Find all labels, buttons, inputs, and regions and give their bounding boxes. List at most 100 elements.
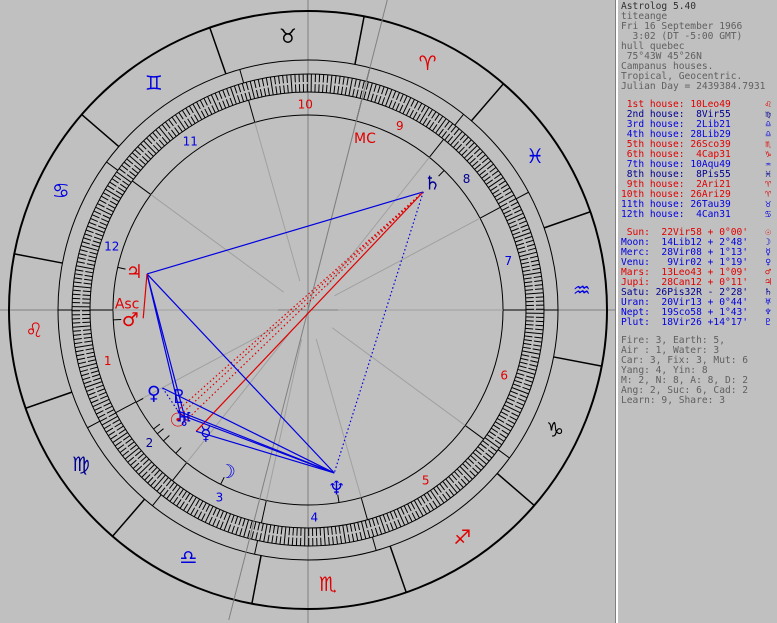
degree-tick [507,397,515,402]
degree-tick [482,455,490,462]
degree-tick [472,452,487,465]
degree-tick [155,129,162,137]
mercury-icon: ☿ [200,423,212,445]
degree-tick [91,244,100,248]
degree-tick [474,464,482,471]
degree-tick [135,465,143,472]
degree-tick [463,145,478,159]
degree-tick [216,519,221,528]
planet-marker [175,447,182,454]
degree-tick [116,171,132,183]
astrology-chart-wheel: ♈♉♊♋♌♍♎♏♐♑♒♓ 123456789101112 ☉☽☿♀♂♃♄♅♆♇ … [0,0,615,623]
house-number: 9 [396,119,404,133]
taurus-icon: ♉ [279,24,297,48]
degree-tick [422,117,428,126]
degree-tick [522,269,531,272]
degree-tick [73,338,82,340]
degree-tick [101,415,118,426]
degree-tick [292,527,294,536]
degree-tick [255,89,259,98]
degree-tick [413,101,419,109]
degree-tick [87,391,96,396]
degree-tick [114,422,122,428]
degree-tick [491,170,499,176]
degree-tick [504,404,521,414]
house-cusp [479,206,501,219]
degree-tick [185,492,191,501]
degree-tick [508,220,516,225]
degree-tick [381,86,385,95]
degree-tick [327,527,329,536]
degree-tick [135,450,142,457]
degree-tick [402,97,412,114]
house-cusp-list: 1st house: 10Leo49 ♌ 2nd house: 8Vir55 ♍ 3… [621,100,775,220]
degree-tick [142,458,150,466]
degree-tick [425,119,431,128]
degree-tick [459,133,466,141]
degree-tick [469,157,476,164]
degree-tick [72,330,81,332]
degree-tick [395,92,400,101]
degree-tick [504,190,513,196]
degree-tick [75,349,84,353]
venus-icon: ♀ [147,383,161,405]
ascendant-label: Asc [115,297,140,313]
degree-tick [399,104,404,113]
degree-tick [488,430,497,437]
degree-tick [245,82,249,91]
house-number: 11 [183,134,198,148]
degree-tick [172,496,179,505]
sign-boundary [389,545,407,593]
degree-tick [432,124,438,132]
degree-tick [94,406,102,411]
degree-tick [229,97,234,106]
degree-tick [450,125,457,133]
degree-tick [360,521,367,539]
degree-tick [150,479,157,487]
degree-tick [261,78,265,87]
degree-tick [433,487,439,496]
degree-tick [352,88,355,97]
degree-tick [525,239,534,244]
degree-tick [468,142,475,149]
house-cusp [87,420,101,429]
degree-tick [109,181,117,187]
degree-tick [506,212,524,222]
degree-tick [91,373,100,378]
house-cusp-inner [254,122,301,282]
degree-tick [410,501,416,510]
degree-tick [240,93,245,102]
degree-tick [74,277,83,280]
degree-tick [82,329,91,331]
degree-tick [192,103,203,120]
libra-icon: ♎ [179,545,197,569]
degree-tick [95,206,112,216]
aquarius-icon: ♒ [573,278,591,302]
degree-tick [412,111,418,120]
leo-icon: ♌ [25,318,43,342]
degree-tick [353,522,357,532]
degree-tick [183,503,189,511]
degree-tick [502,187,511,193]
degree-tick [339,535,343,544]
degree-tick [453,128,460,136]
degree-tick [241,83,245,92]
degree-tick [114,440,122,447]
chart-info-line: Julian Day = 2439384.7931 [621,81,766,92]
degree-tick [231,525,235,534]
degree-tick [99,221,108,226]
degree-tick [186,496,197,513]
capricorn-icon: ♑ [546,418,564,442]
degree-tick [72,289,81,292]
degree-tick [188,105,194,114]
degree-tick [110,434,118,440]
house-cusp [152,494,162,507]
degree-tick [399,93,404,102]
degree-tick [153,474,166,489]
degree-tick [225,99,230,107]
degree-tick [330,526,333,535]
degree-tick [393,520,398,529]
degree-tick [436,485,442,493]
degree-tick [79,249,88,253]
degree-tick [366,82,373,101]
